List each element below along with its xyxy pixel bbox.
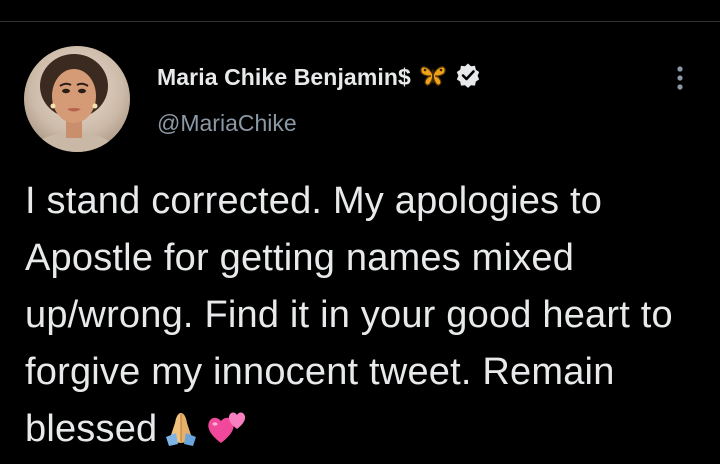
tweet-body: I stand corrected. My apologies to Apost… [25, 180, 673, 450]
author-name-row[interactable]: Maria Chike Benjamin$ [157, 62, 481, 93]
more-options-icon[interactable] [668, 64, 692, 94]
avatar[interactable] [24, 46, 130, 152]
butterfly-emoji-icon [419, 63, 447, 92]
tweet-text: I stand corrected. My apologies to Apost… [25, 173, 705, 464]
top-divider [0, 21, 720, 22]
author-handle[interactable]: @MariaChike [157, 110, 297, 137]
two-hearts-emoji-icon [205, 407, 249, 464]
folded-hands-emoji-icon [161, 407, 201, 464]
verified-badge-icon [455, 62, 481, 93]
author-display-name[interactable]: Maria Chike Benjamin$ [157, 64, 411, 91]
